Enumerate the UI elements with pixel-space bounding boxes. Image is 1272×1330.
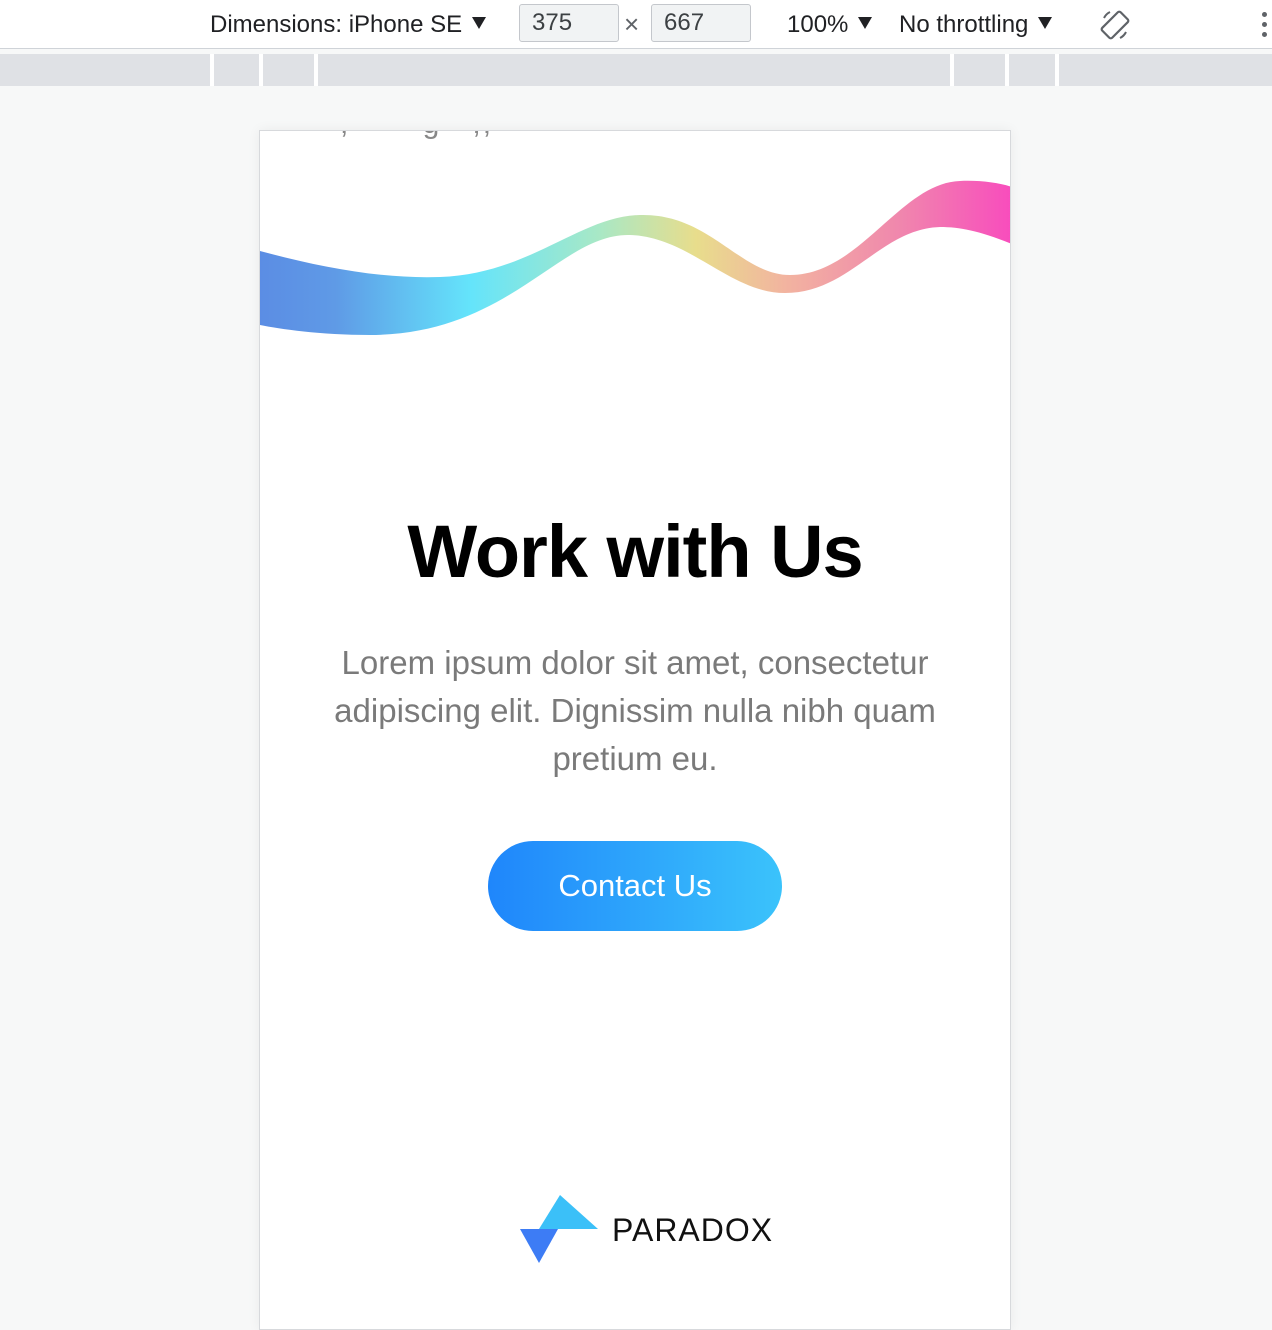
zoom-label: 100% xyxy=(787,10,849,38)
paradox-logo-icon xyxy=(520,1195,598,1263)
ruler-divider xyxy=(210,54,214,86)
contact-us-button[interactable]: Contact Us xyxy=(488,841,782,931)
gradient-wave-graphic xyxy=(260,180,1010,335)
throttling-select[interactable]: No throttling xyxy=(899,0,1053,49)
ruler-divider xyxy=(950,54,954,86)
hero-description: Lorem ipsum dolor sit amet, consectetur … xyxy=(334,644,936,777)
more-options-icon[interactable] xyxy=(1260,12,1270,38)
throttling-label: No throttling xyxy=(899,10,1029,38)
zoom-select[interactable]: 100% xyxy=(787,0,873,49)
caret-down-icon xyxy=(858,16,873,29)
ruler-divider xyxy=(1055,54,1059,86)
caret-down-icon xyxy=(1038,16,1053,29)
width-input[interactable] xyxy=(519,4,619,42)
ruler-divider xyxy=(314,54,318,86)
device-label: Dimensions: iPhone SE xyxy=(210,10,463,38)
hero-title: Work with Us xyxy=(407,510,863,593)
rotate-device-icon[interactable] xyxy=(1098,8,1132,42)
times-icon: × xyxy=(624,9,640,39)
device-viewport: , g ,, Work with Us Lorem ipsum dolor si… xyxy=(259,130,1011,1330)
ruler-divider xyxy=(1005,54,1009,86)
ruler-divider xyxy=(259,54,263,86)
brand-name: PARADOX xyxy=(612,1211,774,1248)
media-query-bar[interactable] xyxy=(0,54,1272,86)
device-select[interactable]: Dimensions: iPhone SE xyxy=(210,0,487,49)
height-input[interactable] xyxy=(651,4,751,42)
device-toolbar: Dimensions: iPhone SE × 100% No throttli… xyxy=(0,0,1272,49)
paradox-logo[interactable]: PARADOX xyxy=(520,1195,773,1265)
cropped-text-fragment: , g ,, xyxy=(340,131,493,141)
caret-down-icon xyxy=(472,16,487,29)
